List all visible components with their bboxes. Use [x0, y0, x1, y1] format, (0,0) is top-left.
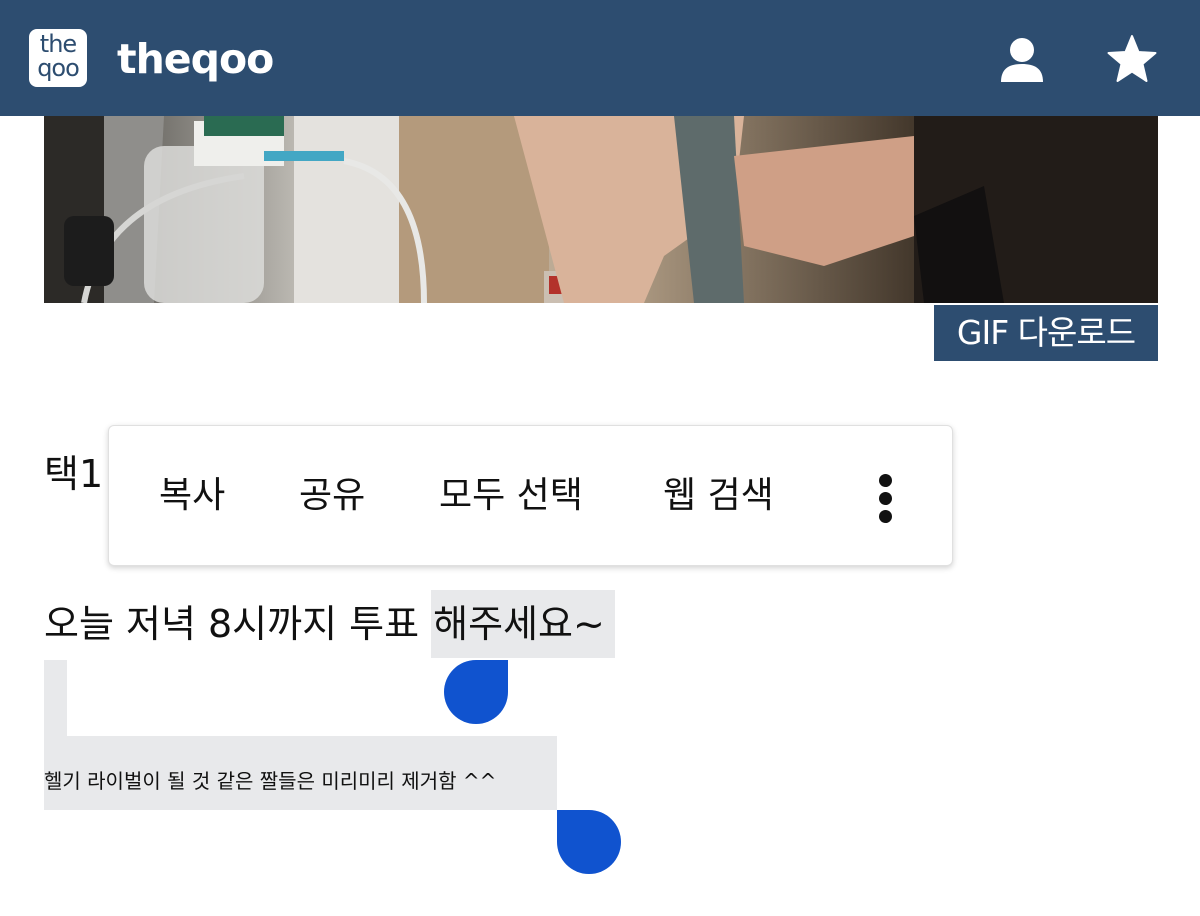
post-text-line-1: 택1 — [44, 452, 104, 496]
post-text-line-2: 오늘 저녁 8시까지 투표 해주세요~ — [44, 590, 615, 658]
top-bar: the qoo theqoo — [0, 0, 1200, 116]
site-title[interactable]: theqoo — [117, 33, 274, 85]
selection-highlight — [44, 660, 67, 736]
gif-download-button[interactable]: GIF 다운로드 — [934, 305, 1158, 361]
web-search-menu-item[interactable]: 웹 검색 — [663, 470, 774, 522]
selection-start-handle[interactable] — [444, 660, 508, 724]
select-all-menu-item[interactable]: 모두 선택 — [439, 470, 583, 522]
theqoo-logo[interactable]: the qoo — [29, 29, 87, 87]
star-icon[interactable] — [1106, 34, 1158, 86]
post-text-line-2-prefix: 오늘 저녁 8시까지 투표 — [44, 602, 432, 646]
user-icon[interactable] — [996, 34, 1048, 86]
copy-menu-item[interactable]: 복사 — [159, 470, 225, 522]
more-vertical-icon[interactable] — [853, 466, 917, 530]
logo-text-bottom: qoo — [37, 54, 80, 82]
selected-text[interactable]: 해주세요~ — [431, 590, 615, 658]
logo-text-top: the — [39, 30, 77, 58]
post-text-line-3: 헬기 라이벌이 될 것 같은 짤들은 미리미리 제거함 ^^ — [44, 769, 497, 793]
post-gif-image[interactable] — [44, 116, 1158, 303]
text-selection-menu: 복사 공유 모두 선택 웹 검색 — [108, 425, 953, 566]
share-menu-item[interactable]: 공유 — [299, 470, 365, 522]
selection-end-handle[interactable] — [557, 810, 621, 874]
